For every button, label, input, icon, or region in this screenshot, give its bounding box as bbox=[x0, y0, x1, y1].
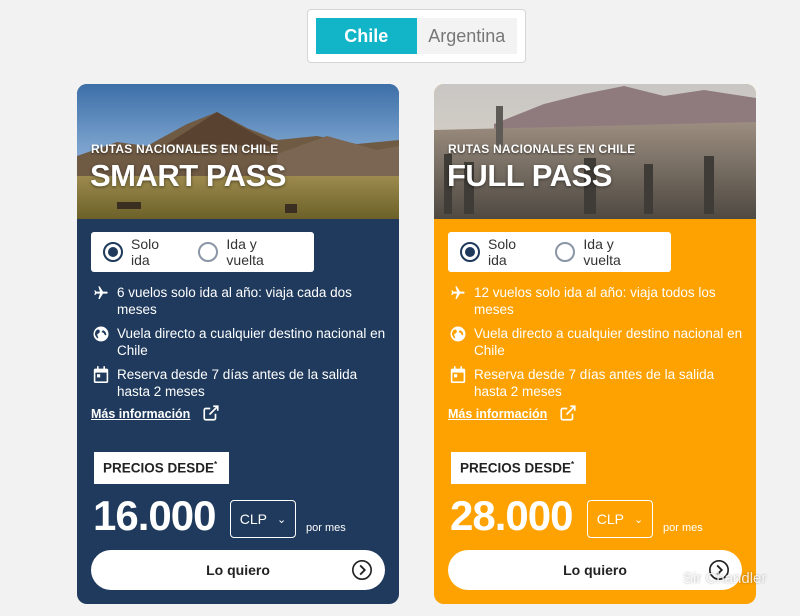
feature-item: 12 vuelos solo ida al año: viaja todos l… bbox=[448, 284, 748, 318]
currency-select[interactable]: CLP ⌄ bbox=[587, 500, 653, 538]
cta-label: Lo quiero bbox=[563, 562, 627, 578]
radio-label: Ida y vuelta bbox=[583, 236, 621, 268]
feature-text: Reserva desde 7 días antes de la salida … bbox=[474, 367, 715, 399]
external-link-icon bbox=[559, 404, 579, 424]
external-link-icon bbox=[202, 404, 222, 424]
globe-icon bbox=[91, 325, 111, 343]
price-amount: 28.000 bbox=[450, 492, 573, 539]
feature-text: 6 vuelos solo ida al año: viaja cada dos… bbox=[117, 285, 352, 317]
radio-unchecked-icon bbox=[198, 242, 219, 262]
cta-label: Lo quiero bbox=[206, 562, 270, 578]
features-list: 6 vuelos solo ida al año: viaja cada dos… bbox=[91, 284, 391, 407]
radio-label: Solo ida bbox=[131, 236, 160, 268]
lo-quiero-button[interactable]: Lo quiero bbox=[91, 550, 385, 590]
card-title: FULL PASS bbox=[447, 158, 612, 193]
price-label-text: PRECIOS DESDE bbox=[103, 460, 215, 476]
radio-ida-y-vuelta[interactable]: Ida y vuelta bbox=[555, 236, 651, 268]
radio-unchecked-icon bbox=[555, 242, 576, 262]
currency-select[interactable]: CLP ⌄ bbox=[230, 500, 296, 538]
card-subtitle: RUTAS NACIONALES EN CHILE bbox=[448, 142, 636, 156]
calendar-icon bbox=[448, 366, 468, 384]
airplane-icon bbox=[91, 284, 111, 302]
radio-checked-icon bbox=[103, 242, 123, 262]
country-toggle: Chile Argentina bbox=[307, 9, 526, 63]
price-note-mark: * bbox=[214, 460, 218, 469]
per-month-label: por mes bbox=[306, 522, 346, 534]
feature-item: Reserva desde 7 días antes de la salida … bbox=[448, 366, 748, 400]
more-info-label: Más información bbox=[91, 407, 191, 421]
card-title: SMART PASS bbox=[90, 158, 286, 193]
more-info-label: Más información bbox=[448, 407, 548, 421]
price-label-text: PRECIOS DESDE bbox=[460, 460, 572, 476]
currency-value: CLP bbox=[596, 511, 624, 527]
feature-item: Vuela directo a cualquier destino nacion… bbox=[448, 325, 748, 359]
feature-text: 12 vuelos solo ida al año: viaja todos l… bbox=[474, 285, 716, 317]
globe-icon bbox=[448, 325, 468, 343]
currency-value: CLP bbox=[239, 511, 267, 527]
airplane-icon bbox=[448, 284, 468, 302]
radio-solo-ida[interactable]: Solo ida bbox=[103, 236, 178, 268]
smart-pass-hero-image: RUTAS NACIONALES EN CHILE SMART PASS bbox=[77, 84, 399, 219]
radio-ida-y-vuelta[interactable]: Ida y vuelta bbox=[198, 236, 294, 268]
radio-checked-icon bbox=[460, 242, 480, 262]
feature-item: Vuela directo a cualquier destino nacion… bbox=[91, 325, 391, 359]
price-label-badge: PRECIOS DESDE* bbox=[451, 452, 587, 484]
radio-label: Solo ida bbox=[488, 236, 517, 268]
chevron-down-icon: ⌄ bbox=[277, 513, 287, 526]
chevron-down-icon: ⌄ bbox=[634, 513, 644, 526]
more-info-link[interactable]: Más información bbox=[91, 404, 222, 424]
card-subtitle: RUTAS NACIONALES EN CHILE bbox=[91, 142, 279, 156]
arrow-right-circle-icon bbox=[351, 559, 373, 581]
radio-label: Ida y vuelta bbox=[226, 236, 264, 268]
feature-text: Reserva desde 7 días antes de la salida … bbox=[117, 367, 358, 399]
per-month-label: por mes bbox=[663, 522, 703, 534]
tab-chile[interactable]: Chile bbox=[316, 18, 417, 54]
price-label-badge: PRECIOS DESDE* bbox=[94, 452, 230, 484]
full-pass-card: RUTAS NACIONALES EN CHILE FULL PASS Solo… bbox=[434, 84, 756, 604]
trip-type-selector: Solo ida Ida y vuelta bbox=[91, 232, 314, 272]
more-info-link[interactable]: Más información bbox=[448, 404, 579, 424]
watermark: Sir Chandler bbox=[683, 570, 767, 587]
feature-text: Vuela directo a cualquier destino nacion… bbox=[117, 326, 386, 358]
full-pass-hero-image: RUTAS NACIONALES EN CHILE FULL PASS bbox=[434, 84, 756, 219]
feature-item: 6 vuelos solo ida al año: viaja cada dos… bbox=[91, 284, 391, 318]
tab-argentina[interactable]: Argentina bbox=[416, 18, 517, 54]
price-amount: 16.000 bbox=[93, 492, 216, 539]
price-note-mark: * bbox=[571, 460, 575, 469]
radio-solo-ida[interactable]: Solo ida bbox=[460, 236, 535, 268]
trip-type-selector: Solo ida Ida y vuelta bbox=[448, 232, 671, 272]
smart-pass-card: RUTAS NACIONALES EN CHILE SMART PASS Sol… bbox=[77, 84, 399, 604]
calendar-icon bbox=[91, 366, 111, 384]
features-list: 12 vuelos solo ida al año: viaja todos l… bbox=[448, 284, 748, 407]
feature-text: Vuela directo a cualquier destino nacion… bbox=[474, 326, 743, 358]
feature-item: Reserva desde 7 días antes de la salida … bbox=[91, 366, 391, 400]
